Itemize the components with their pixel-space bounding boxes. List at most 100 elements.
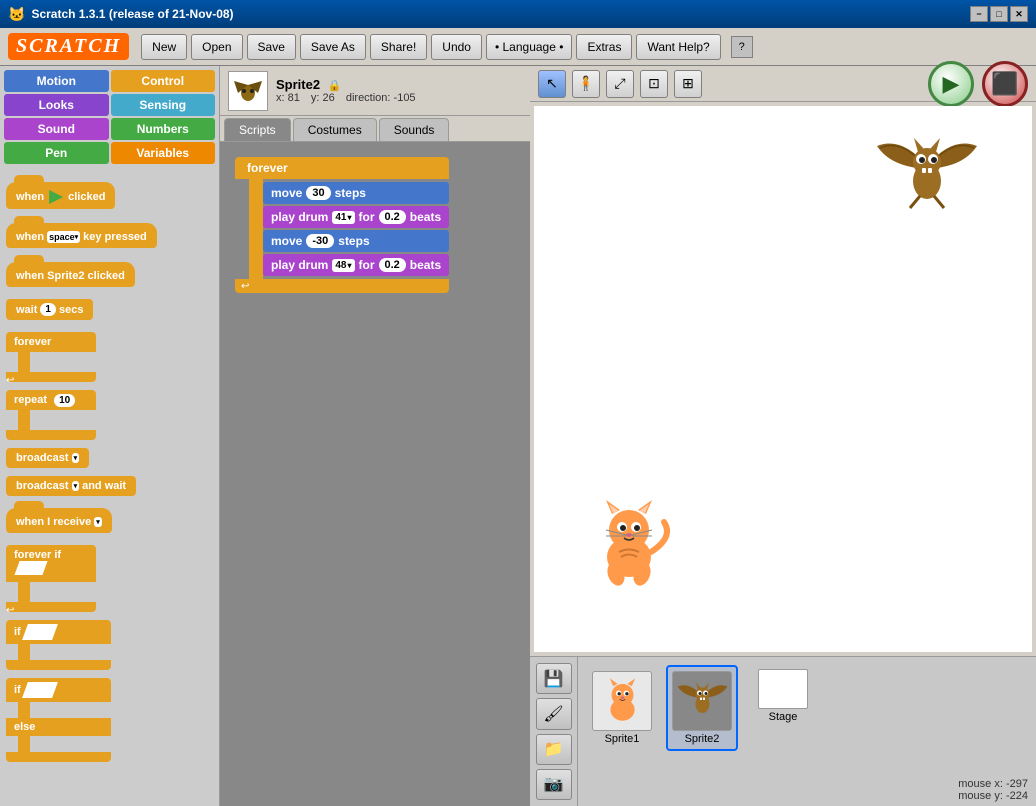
category-sound[interactable]: Sound	[4, 118, 109, 140]
category-variables[interactable]: Variables	[111, 142, 216, 164]
forever-script-label: forever	[247, 161, 288, 175]
sprite-x: x: 81	[276, 92, 300, 104]
shrink-icon: ⊡	[648, 75, 660, 92]
sprite-item-sprite1[interactable]: Sprite1	[586, 665, 658, 751]
sprite-panel-tools: 💾 🖌 📁 📷	[530, 657, 578, 806]
when-sprite2-block[interactable]: when Sprite2 clicked	[6, 262, 135, 287]
mouse-y-display: mouse y: -224	[958, 790, 1028, 802]
stage-thumbnail	[758, 669, 808, 709]
receive-dropdown[interactable]	[94, 517, 102, 527]
drum2-beats-value[interactable]: 0.2	[379, 258, 406, 272]
broadcast-wait-block[interactable]: broadcast and wait	[6, 476, 136, 496]
if-condition	[22, 624, 58, 640]
help-button[interactable]: Want Help?	[636, 34, 720, 60]
sprite-name-label: Sprite2	[276, 77, 320, 92]
if-block[interactable]: if	[6, 620, 111, 670]
save-as-button[interactable]: Save As	[300, 34, 366, 60]
new-button[interactable]: New	[141, 34, 187, 60]
scripting-area[interactable]: forever move 30 steps play drum 41	[220, 142, 530, 806]
category-numbers[interactable]: Numbers	[111, 118, 216, 140]
drum2-dropdown[interactable]: 48	[332, 259, 354, 272]
save-button[interactable]: Save	[247, 34, 296, 60]
sprite-name: Sprite2 🔒	[276, 77, 416, 92]
new-sprite-button[interactable]: 💾	[536, 663, 572, 694]
broadcast-dropdown[interactable]	[72, 453, 80, 463]
forever-c-inner: move 30 steps play drum 41 for 0.2 beats	[249, 179, 449, 279]
category-motion[interactable]: Motion	[4, 70, 109, 92]
move2-value[interactable]: -30	[306, 234, 334, 248]
repeat-block[interactable]: repeat 10	[6, 390, 96, 440]
forever-if-block[interactable]: forever if ↩	[6, 545, 96, 612]
wait-block[interactable]: wait 1 secs	[6, 299, 93, 320]
category-looks[interactable]: Looks	[4, 94, 109, 116]
repeat-label: repeat	[14, 394, 47, 406]
language-button[interactable]: • Language •	[486, 34, 572, 60]
extras-button[interactable]: Extras	[576, 34, 632, 60]
sprite-y: y: 26	[311, 92, 335, 104]
open-button[interactable]: Open	[191, 34, 242, 60]
tab-sounds[interactable]: Sounds	[379, 118, 450, 141]
green-flag-icon	[49, 190, 63, 204]
sprite1-thumb-icon	[595, 674, 650, 729]
camera-sprite-button[interactable]: 📷	[536, 769, 572, 800]
stop-button[interactable]: ⬛	[982, 61, 1028, 107]
broadcast-label: broadcast	[16, 452, 69, 464]
drum1-block[interactable]: play drum 41 for 0.2 beats	[263, 206, 449, 228]
tab-scripts[interactable]: Scripts	[224, 118, 291, 141]
minimize-button[interactable]: −	[970, 6, 988, 22]
mouse-x-value: -297	[1006, 778, 1028, 790]
forever-block[interactable]: forever ↩	[6, 332, 96, 382]
category-buttons: Motion Control Looks Sensing Sound Numbe…	[0, 66, 219, 168]
folder-sprite-button[interactable]: 📁	[536, 734, 572, 765]
sprite2-thumb-icon	[675, 674, 730, 729]
category-control[interactable]: Control	[111, 70, 216, 92]
tab-costumes[interactable]: Costumes	[293, 118, 377, 141]
when-space-block[interactable]: when space key pressed	[6, 223, 157, 248]
person-tool[interactable]: 🧍	[572, 70, 600, 98]
move1-value[interactable]: 30	[306, 186, 330, 200]
drum2-block[interactable]: play drum 48 for 0.2 beats	[263, 254, 449, 276]
when-receive-block[interactable]: when I receive	[6, 508, 112, 533]
cursor-icon: ↖	[546, 75, 558, 92]
stop-icon: ⬛	[991, 71, 1018, 97]
if-else-condition	[22, 682, 58, 698]
menu-bar: SCRATCH New Open Save Save As Share! Und…	[0, 28, 1036, 66]
wait-value[interactable]: 1	[40, 303, 56, 316]
if-else-block[interactable]: if else	[6, 678, 111, 762]
stage-label: Stage	[769, 711, 798, 723]
sprite-item-sprite2[interactable]: Sprite2	[666, 665, 738, 751]
forever-top: forever	[6, 332, 96, 352]
paint-sprite-button[interactable]: 🖌	[536, 698, 572, 729]
bat-sprite	[872, 126, 982, 226]
sprite1-thumbnail	[592, 671, 652, 731]
new-sprite-icon: 💾	[544, 669, 564, 689]
close-button[interactable]: ✕	[1010, 6, 1028, 22]
stage-item[interactable]: Stage	[754, 665, 812, 727]
drum1-dropdown[interactable]: 41	[332, 211, 354, 224]
green-flag-button[interactable]: ▶	[928, 61, 974, 107]
drum1-beats-value[interactable]: 0.2	[379, 210, 406, 224]
category-pen[interactable]: Pen	[4, 142, 109, 164]
maximize-button[interactable]: □	[990, 6, 1008, 22]
cursor-tool[interactable]: ↖	[538, 70, 566, 98]
resize-tool[interactable]: ⤢	[606, 70, 634, 98]
forever-c-bottom: ↩	[235, 279, 449, 293]
share-button[interactable]: Share!	[370, 34, 427, 60]
when-clicked-block[interactable]: when clicked	[6, 182, 115, 209]
drum2-beats-label: beats	[410, 258, 441, 272]
undo-button[interactable]: Undo	[431, 34, 482, 60]
shrink-tool[interactable]: ⊡	[640, 70, 668, 98]
folder-icon: 📁	[544, 739, 564, 759]
space-dropdown[interactable]: space	[47, 231, 80, 243]
if-else-top: if	[6, 678, 111, 702]
move2-block[interactable]: move -30 steps	[263, 230, 449, 252]
drum2-for: for	[359, 258, 375, 272]
grow-tool[interactable]: ⊞	[674, 70, 702, 98]
broadcast2-dropdown[interactable]	[72, 481, 80, 491]
broadcast-block[interactable]: broadcast	[6, 448, 89, 468]
blocks-list: when clicked when space key pressed when	[0, 168, 219, 806]
repeat-value[interactable]: 10	[54, 394, 75, 407]
category-sensing[interactable]: Sensing	[111, 94, 216, 116]
if-label: if	[14, 626, 21, 638]
move1-block[interactable]: move 30 steps	[263, 182, 449, 204]
